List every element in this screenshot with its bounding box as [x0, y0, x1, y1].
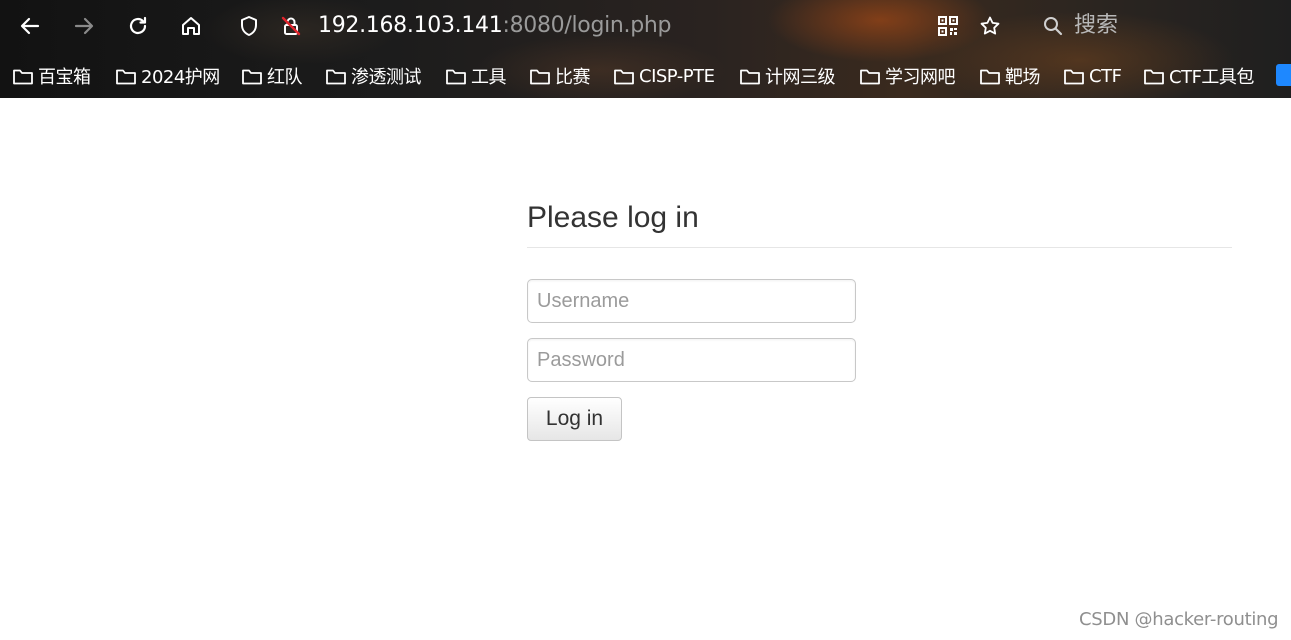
- search-icon: [1044, 17, 1063, 36]
- bookmark-label: 渗透测试: [351, 67, 422, 88]
- bookmark-folder[interactable]: 比赛: [529, 61, 591, 91]
- folder-icon: [13, 69, 33, 85]
- bookmark-folder[interactable]: CISP-PTE: [613, 61, 715, 91]
- bookmark-label: 红队: [267, 67, 303, 88]
- bookmark-folder[interactable]: 工具: [445, 61, 507, 91]
- bookmark-folder[interactable]: CTF工具包: [1143, 61, 1254, 91]
- folder-icon: [980, 69, 1000, 85]
- login-form: Please log in Log in: [527, 196, 1232, 441]
- watermark: CSDN @hacker-routing: [1079, 609, 1279, 630]
- bookmark-folder[interactable]: CTF: [1063, 61, 1122, 91]
- bookmark-site-icon[interactable]: [1276, 64, 1291, 86]
- login-button[interactable]: Log in: [527, 397, 622, 441]
- bookmark-folder[interactable]: 红队: [241, 61, 303, 91]
- qr-code-icon: [938, 16, 958, 36]
- bookmark-folder[interactable]: 计网三级: [739, 61, 836, 91]
- bookmark-label: 2024护网: [141, 67, 220, 88]
- forward-button[interactable]: [68, 10, 100, 42]
- home-button[interactable]: [175, 10, 207, 42]
- heading-divider: [527, 247, 1232, 248]
- folder-icon: [530, 69, 550, 85]
- bookmark-label: CISP-PTE: [639, 65, 715, 87]
- username-input[interactable]: [527, 279, 856, 323]
- url-path: :8080/login.php: [502, 13, 672, 38]
- folder-icon: [614, 69, 634, 85]
- bookmark-folder[interactable]: 2024护网: [115, 61, 220, 91]
- bookmark-folder[interactable]: 渗透测试: [325, 61, 422, 91]
- folder-icon: [1144, 69, 1164, 85]
- bookmark-folder[interactable]: 百宝箱: [12, 61, 91, 91]
- search-button[interactable]: [1037, 10, 1069, 42]
- bookmark-label: 比赛: [555, 67, 591, 88]
- browser-toolbar: 192.168.103.141:8080/login.php 搜索 百宝箱 20…: [0, 0, 1291, 98]
- bookmark-label: 学习网吧: [885, 67, 956, 88]
- shield-icon: [241, 16, 257, 36]
- qr-code-button[interactable]: [932, 10, 964, 42]
- reload-button[interactable]: [122, 10, 154, 42]
- bookmark-label: 靶场: [1005, 67, 1041, 88]
- bookmark-label: 工具: [471, 67, 507, 88]
- reload-icon: [129, 16, 147, 35]
- bookmarks-bar: 百宝箱 2024护网 红队 渗透测试 工具 比赛 CISP-PTE 计网三级 学…: [0, 61, 1291, 93]
- folder-icon: [116, 69, 136, 85]
- bookmark-label: 百宝箱: [38, 67, 91, 88]
- insecure-lock-icon: [281, 16, 301, 36]
- folder-icon: [326, 69, 346, 85]
- folder-icon: [242, 69, 262, 85]
- bookmark-label: 计网三级: [765, 67, 836, 88]
- tracking-protection-button[interactable]: [233, 10, 265, 42]
- url-host: 192.168.103.141: [318, 13, 503, 38]
- bookmark-label: CTF工具包: [1169, 67, 1254, 88]
- home-icon: [182, 17, 200, 35]
- folder-icon: [860, 69, 880, 85]
- arrow-left-icon: [20, 17, 40, 35]
- folder-icon: [740, 69, 760, 85]
- password-input[interactable]: [527, 338, 856, 382]
- bookmark-label: CTF: [1089, 65, 1122, 87]
- arrow-right-icon: [74, 17, 94, 35]
- folder-icon: [446, 69, 466, 85]
- bookmark-star-button[interactable]: [974, 10, 1006, 42]
- bookmark-folder[interactable]: 学习网吧: [859, 61, 956, 91]
- bookmark-folder[interactable]: 靶场: [979, 61, 1041, 91]
- star-icon: [980, 16, 1000, 35]
- site-info-button[interactable]: [275, 10, 307, 42]
- back-button[interactable]: [14, 10, 46, 42]
- page-title: Please log in: [527, 201, 699, 234]
- search-box-label[interactable]: 搜索: [1074, 12, 1118, 40]
- address-bar[interactable]: 192.168.103.141:8080/login.php: [318, 12, 672, 40]
- folder-icon: [1064, 69, 1084, 85]
